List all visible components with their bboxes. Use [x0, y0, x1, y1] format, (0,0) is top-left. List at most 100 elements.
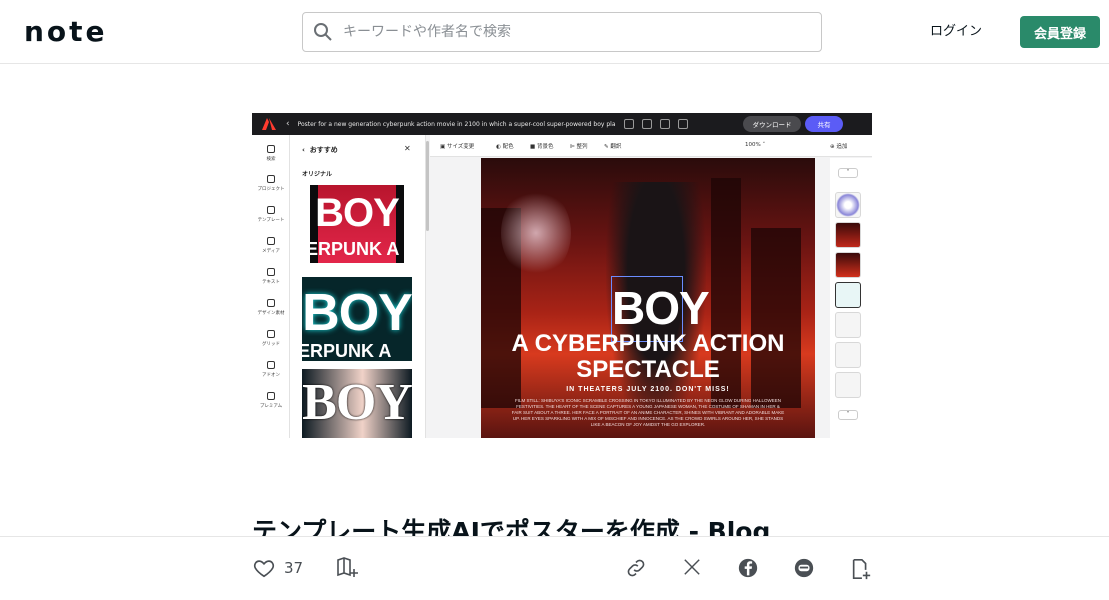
poster-body-text: FILM STILL: SHIBUYA'S ICONIC SCRAMBLE CR…: [511, 398, 785, 427]
editor-toolbar: ▣ サイズ変更 ◐ 配色 ■ 背景色 ⊫ 整列 ✎ 翻訳 100% ˅ ⊕ 追加: [430, 135, 872, 157]
template-tile: BOY ERPUNK A: [310, 185, 404, 263]
rail-icon: [267, 299, 275, 307]
toolbar-label: 追加: [836, 144, 848, 150]
article-eyecatch-image[interactable]: ‹ Poster for a new generation cyberpunk …: [252, 113, 872, 438]
editor-share-button: 共有: [805, 116, 843, 132]
rail-item-template: テンプレート: [252, 206, 290, 223]
search-box[interactable]: [302, 12, 822, 52]
panel-section-label: オリジナル: [302, 171, 333, 178]
rail-icon: [267, 175, 275, 183]
toolbar-label: サイズ変更: [446, 144, 475, 150]
thumbnail-selected: [835, 282, 861, 308]
poster-tagline-2: SPECTACLE: [576, 356, 720, 383]
thumbnail: [835, 312, 861, 338]
poster-canvas: BOY A CYBERPUNK ACTION SPECTACLE IN THEA…: [481, 158, 815, 438]
thumbnail: [835, 252, 861, 278]
rail-label: アドオン: [262, 373, 280, 378]
toolbar-add: ⊕ 追加: [830, 144, 848, 150]
chevron-up-icon: ˄: [838, 168, 858, 178]
rail-label: デザイン素材: [257, 311, 285, 316]
editor-left-rail: 検索 プロジェクト テンプレート メディア テキスト デザイン素材 グリッド ア…: [252, 135, 290, 438]
rail-label: テンプレート: [257, 218, 285, 223]
user-icon: [659, 119, 670, 129]
magazine-add-icon[interactable]: [336, 557, 360, 579]
rail-label: プロジェクト: [257, 187, 285, 192]
rail-icon: [267, 330, 275, 338]
header: note ログイン 会員登録: [0, 0, 1109, 64]
search-input[interactable]: [343, 24, 821, 40]
rail-icon: [267, 268, 275, 276]
rail-item-text: テキスト: [252, 268, 290, 285]
poster-tagline-1: A CYBERPUNK ACTION: [511, 330, 785, 357]
editor-download-button: ダウンロード: [743, 116, 801, 132]
like-count: 37: [284, 559, 304, 577]
page-thumbnails: ˄ ˅: [830, 158, 872, 438]
rail-icon: [267, 206, 275, 214]
rail-item-design: デザイン素材: [252, 299, 290, 316]
search-icon: [314, 23, 332, 41]
toolbar-label: 翻訳: [610, 144, 622, 150]
poster-release-line: IN THEATERS JULY 2100. DON'T MISS!: [566, 386, 730, 393]
panel-scrollbar: [426, 141, 429, 231]
template-tile: BOY ERPUNK A: [302, 277, 412, 361]
undo-icon: [623, 119, 634, 129]
zoom-level: 100% ˅: [745, 142, 766, 148]
chevron-down-icon: ˅: [838, 410, 858, 420]
redo-icon: [641, 119, 652, 129]
poster-light-flare: [501, 188, 571, 278]
link-icon[interactable]: [625, 557, 647, 579]
rail-item-addon: アドオン: [252, 361, 290, 378]
thumbnail: [835, 192, 861, 218]
rail-label: グリッド: [262, 342, 280, 347]
x-twitter-icon[interactable]: [683, 557, 701, 577]
toolbar-label: 配色: [502, 144, 514, 150]
rail-item-search: 検索: [252, 145, 290, 162]
signup-button[interactable]: 会員登録: [1020, 16, 1100, 48]
editor-topbar: ‹ Poster for a new generation cyberpunk …: [252, 113, 872, 135]
bottom-action-bar: 37: [0, 536, 1109, 600]
thumbnail: [835, 342, 861, 368]
panel-title: ‹ おすすめ: [302, 146, 338, 154]
rail-item-project: プロジェクト: [252, 175, 290, 192]
rail-label: プレミアム: [259, 404, 283, 409]
comment-icon: [677, 119, 688, 129]
tile-title: BOY: [302, 284, 412, 342]
toolbar-translate: ✎ 翻訳: [604, 144, 622, 150]
toolbar-resize: ▣ サイズ変更: [440, 144, 475, 150]
rail-label: テキスト: [262, 280, 280, 285]
line-icon[interactable]: [793, 557, 815, 579]
tile-subtitle: ERPUNK A: [302, 341, 392, 361]
rail-icon: [267, 392, 275, 400]
rail-item-premium: プレミアム: [252, 392, 290, 409]
toolbar-label: 整列: [576, 144, 588, 150]
login-link[interactable]: ログイン: [930, 20, 982, 39]
tile-title: BOY: [302, 374, 412, 431]
rail-label: メディア: [262, 249, 280, 254]
note-add-icon[interactable]: [850, 557, 872, 581]
editor-doc-title: Poster for a new generation cyberpunk ac…: [297, 120, 616, 128]
toolbar-color: ◐ 配色: [496, 144, 514, 150]
thumbnail: [835, 372, 861, 398]
adobe-logo-icon: [262, 118, 276, 130]
toolbar-bgcolor: ■ 背景色: [530, 144, 554, 150]
back-icon: ‹: [286, 119, 290, 129]
rail-item-grid: グリッド: [252, 330, 290, 347]
editor-template-panel: ‹ おすすめ ✕ オリジナル BOY ERPUNK A BOY ERPUNK A…: [290, 135, 426, 438]
zoom-value: 100%: [745, 142, 761, 148]
tile-title: BOY: [315, 191, 400, 235]
thumbnail: [835, 222, 861, 248]
toolbar-label: 背景色: [536, 144, 554, 150]
facebook-icon[interactable]: [737, 557, 759, 579]
template-tile: BOY: [302, 369, 412, 438]
toolbar-align: ⊫ 整列: [570, 144, 588, 150]
rail-icon: [267, 237, 275, 245]
close-icon: ✕: [404, 144, 411, 153]
rail-item-media: メディア: [252, 237, 290, 254]
rail-icon: [267, 145, 275, 153]
rail-icon: [267, 361, 275, 369]
panel-title-text: おすすめ: [309, 146, 338, 154]
note-logo[interactable]: note: [24, 16, 108, 48]
heart-icon[interactable]: [253, 557, 275, 579]
rail-label: 検索: [266, 157, 276, 162]
tile-subtitle: ERPUNK A: [310, 239, 400, 259]
